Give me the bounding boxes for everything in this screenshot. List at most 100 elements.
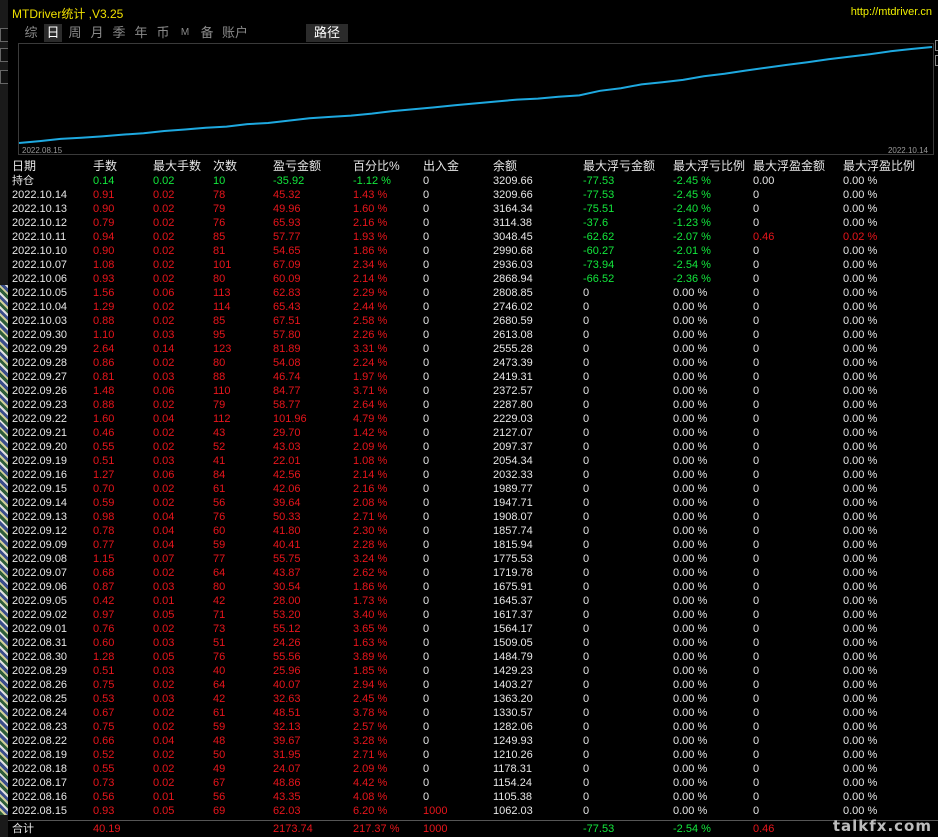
- cell-col-10: 0: [753, 245, 760, 257]
- table-row: 2022.08.29 0.51 0.03 40 25.96 1.85 % 0 1429.23 0…: [8, 664, 938, 678]
- cell-col-4: 43.35: [273, 791, 301, 803]
- cell-col-3: 88: [213, 371, 226, 383]
- tab-2[interactable]: 周: [66, 24, 84, 42]
- tab-10[interactable]: 路径: [306, 24, 348, 42]
- cell-col-7: 1947.71: [493, 497, 533, 509]
- cell-col-4: 22.01: [273, 455, 301, 467]
- cell-col-4: 42.06: [273, 483, 301, 495]
- cell-col-8: 0: [583, 329, 590, 341]
- tab-8[interactable]: 备: [198, 24, 216, 42]
- cell-col-2: 0.02: [153, 399, 175, 411]
- tab-6[interactable]: 币: [154, 24, 172, 42]
- cell-col-10: 0: [753, 679, 760, 691]
- cell-col-6: 0: [423, 693, 430, 705]
- table-row: 2022.09.20 0.55 0.02 52 43.03 2.09 % 0 2097.37 0…: [8, 440, 938, 454]
- tab-3[interactable]: 月: [88, 24, 106, 42]
- tab-5[interactable]: 年: [132, 24, 150, 42]
- cell-col-9: 0.00 %: [673, 469, 708, 481]
- table-row: 2022.10.06 0.93 0.02 80 60.09 2.14 % 0 2868.94 -…: [8, 272, 938, 286]
- cell-col-6: 0: [423, 427, 430, 439]
- tab-9[interactable]: 账户: [220, 24, 250, 42]
- cell-col-11: 0.00 %: [843, 707, 878, 719]
- cell-col-7: 余额: [493, 159, 518, 173]
- cell-col-5: 4.79 %: [353, 413, 388, 425]
- cell-col-10: 0: [753, 637, 760, 649]
- cell-col-2: 0.02: [153, 497, 175, 509]
- cell-col-6: 0: [423, 581, 430, 593]
- cell-col-0: 2022.09.23: [12, 399, 68, 411]
- cell-col-7: 2680.59: [493, 315, 533, 327]
- cell-col-11: 0.00 %: [843, 315, 878, 327]
- cell-col-8: 0: [583, 539, 590, 551]
- cell-col-10: 0: [753, 315, 760, 327]
- cell-col-8: 0: [583, 595, 590, 607]
- website-link[interactable]: http://mtdriver.cn: [851, 6, 932, 18]
- cell-col-4: 58.77: [273, 399, 301, 411]
- cell-col-10: 0: [753, 301, 760, 313]
- table-row: 2022.10.05 1.56 0.06 113 62.83 2.29 % 0 2808.85…: [8, 286, 938, 300]
- cell-col-0: 2022.08.25: [12, 693, 68, 705]
- cell-col-6: 0: [423, 315, 430, 327]
- cell-col-4: 65.93: [273, 217, 301, 229]
- table-row: 2022.08.31 0.60 0.03 51 24.26 1.63 % 0 1509.05 0…: [8, 636, 938, 650]
- cell-col-7: 2555.28: [493, 343, 533, 355]
- cell-col-6: 0: [423, 623, 430, 635]
- stats-window: MTDriver统计 ,V3.25 http://mtdriver.cn 综日周…: [8, 0, 938, 837]
- cell-col-9: -2.01 %: [673, 245, 711, 257]
- table-row: 2022.09.13 0.98 0.04 76 50.33 2.71 % 0 1908.07 0…: [8, 510, 938, 524]
- cell-col-1: 0.97: [93, 609, 115, 621]
- cell-col-2: 0.02: [153, 427, 175, 439]
- cell-col-7: 1675.91: [493, 581, 533, 593]
- cell-col-3: 40: [213, 665, 226, 677]
- cell-col-0: 2022.09.01: [12, 623, 68, 635]
- cell-col-5: 2.57 %: [353, 721, 388, 733]
- tab-0[interactable]: 综: [22, 24, 40, 42]
- cell-col-4: 42.56: [273, 469, 301, 481]
- cell-col-6: 0: [423, 245, 430, 257]
- cell-col-0: 2022.09.02: [12, 609, 68, 621]
- cell-col-6: 0: [423, 371, 430, 383]
- cell-col-5: 6.20 %: [353, 805, 388, 817]
- cell-col-8: 0: [583, 637, 590, 649]
- cell-col-8: 0: [583, 511, 590, 523]
- cell-col-5: 2.16 %: [353, 217, 388, 229]
- table-row: 2022.08.15 0.93 0.05 69 62.03 6.20 % 1000 1062.…: [8, 804, 938, 818]
- cell-col-3: 76: [213, 511, 226, 523]
- cell-col-0: 2022.09.09: [12, 539, 68, 551]
- cell-col-11: 0.02 %: [843, 231, 878, 243]
- cell-col-2: 0.03: [153, 581, 175, 593]
- cell-col-7: 1178.31: [493, 763, 532, 775]
- cell-col-9: 0.00 %: [673, 287, 708, 299]
- table-row: 2022.09.29 2.64 0.14 123 81.89 3.31 % 0 2555.28…: [8, 342, 938, 356]
- tab-7[interactable]: M: [178, 24, 192, 42]
- cell-col-7: 3209.66: [493, 189, 533, 201]
- tab-4[interactable]: 季: [110, 24, 128, 42]
- cell-col-5: 2.26 %: [353, 329, 388, 341]
- tab-1[interactable]: 日: [44, 24, 62, 42]
- cell-col-5: 2.71 %: [353, 749, 388, 761]
- cell-col-9: 0.00 %: [673, 371, 708, 383]
- cell-col-5: 2.16 %: [353, 483, 388, 495]
- cell-col-4: 30.54: [273, 581, 301, 593]
- cell-col-3: 48: [213, 735, 226, 747]
- cell-col-11: 0.00 %: [843, 777, 878, 789]
- cell-col-9: 0.00 %: [673, 455, 708, 467]
- cell-col-3: 79: [213, 203, 226, 215]
- table-row: 2022.10.11 0.94 0.02 85 57.77 1.93 % 0 3048.45 -…: [8, 230, 938, 244]
- cell-col-8: 0: [583, 777, 590, 789]
- cell-col-11: 0.00 %: [843, 735, 878, 747]
- cell-col-10: 0: [753, 455, 760, 467]
- cell-col-8: 0: [583, 483, 590, 495]
- cell-col-3: 114: [213, 301, 231, 313]
- cell-col-2: 0.04: [153, 511, 175, 523]
- cell-col-8: 0: [583, 343, 590, 355]
- cell-col-9: 0.00 %: [673, 567, 708, 579]
- cell-col-1: 0.46: [93, 427, 115, 439]
- cell-col-11: 0.00 %: [843, 581, 878, 593]
- cell-col-3: 77: [213, 553, 226, 565]
- cell-col-8: 0: [583, 707, 590, 719]
- background-pattern: [0, 285, 8, 815]
- cell-col-4: -35.92: [273, 175, 305, 187]
- cell-col-6: 0: [423, 175, 430, 187]
- table-row: 2022.10.14 0.91 0.02 78 45.32 1.43 % 0 3209.66 -…: [8, 188, 938, 202]
